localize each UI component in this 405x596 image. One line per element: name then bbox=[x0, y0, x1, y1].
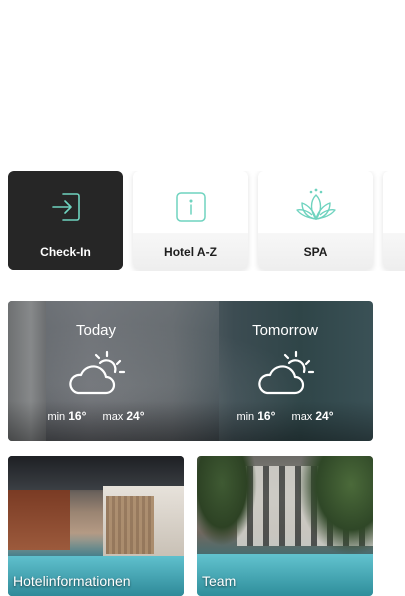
partly-sunny-icon bbox=[69, 350, 126, 395]
card-image-palm bbox=[197, 456, 257, 546]
info-icon bbox=[133, 187, 248, 227]
next-tile-peek[interactable] bbox=[383, 171, 405, 270]
today-min-label: min bbox=[47, 411, 66, 423]
partly-sunny-icon bbox=[258, 350, 315, 395]
card-image-wall bbox=[8, 490, 70, 550]
card-image-wood bbox=[106, 496, 154, 554]
today-min-value: 16° bbox=[68, 409, 87, 423]
weather-tomorrow: Tomorrow min 16° max 24° bbox=[197, 301, 373, 441]
team-card[interactable]: Team bbox=[197, 456, 373, 596]
hotel-a-z-label: Hotel A-Z bbox=[133, 233, 248, 270]
weather-tomorrow-title: Tomorrow bbox=[252, 322, 318, 339]
team-label: Team bbox=[202, 573, 237, 589]
tomorrow-max-label: max bbox=[291, 411, 313, 423]
spa-label: SPA bbox=[258, 233, 373, 270]
tomorrow-min-value: 16° bbox=[257, 409, 276, 423]
tomorrow-max-value: 24° bbox=[315, 409, 334, 423]
login-arrow-icon bbox=[8, 187, 123, 227]
quick-actions: Check-In Hotel A-Z SPA bbox=[8, 171, 405, 271]
weather-today-title: Today bbox=[75, 322, 117, 339]
today-max-label: max bbox=[102, 411, 124, 423]
hotel-a-z-tile[interactable]: Hotel A-Z bbox=[133, 171, 248, 270]
card-image-palm bbox=[297, 456, 373, 556]
tomorrow-min-label: min bbox=[236, 411, 255, 423]
hotel-information-card[interactable]: Hotelinformationen bbox=[8, 456, 184, 596]
lotus-icon bbox=[258, 187, 373, 227]
today-max-value: 24° bbox=[126, 409, 145, 423]
weather-today-temps: min 16° max 24° bbox=[8, 409, 184, 423]
spa-tile[interactable]: SPA bbox=[258, 171, 373, 270]
weather-tomorrow-temps: min 16° max 24° bbox=[197, 409, 373, 423]
check-in-label: Check-In bbox=[8, 233, 123, 270]
check-in-tile[interactable]: Check-In bbox=[8, 171, 123, 270]
weather-today: Today min 16° max 24° bbox=[8, 301, 184, 441]
card-image-ceiling bbox=[8, 456, 184, 490]
next-tile-label bbox=[383, 233, 405, 270]
hotel-information-label: Hotelinformationen bbox=[13, 573, 131, 589]
header-area bbox=[0, 0, 405, 160]
weather-card[interactable]: Today min 16° max 24° Tomorrow min 16° m… bbox=[8, 301, 373, 441]
